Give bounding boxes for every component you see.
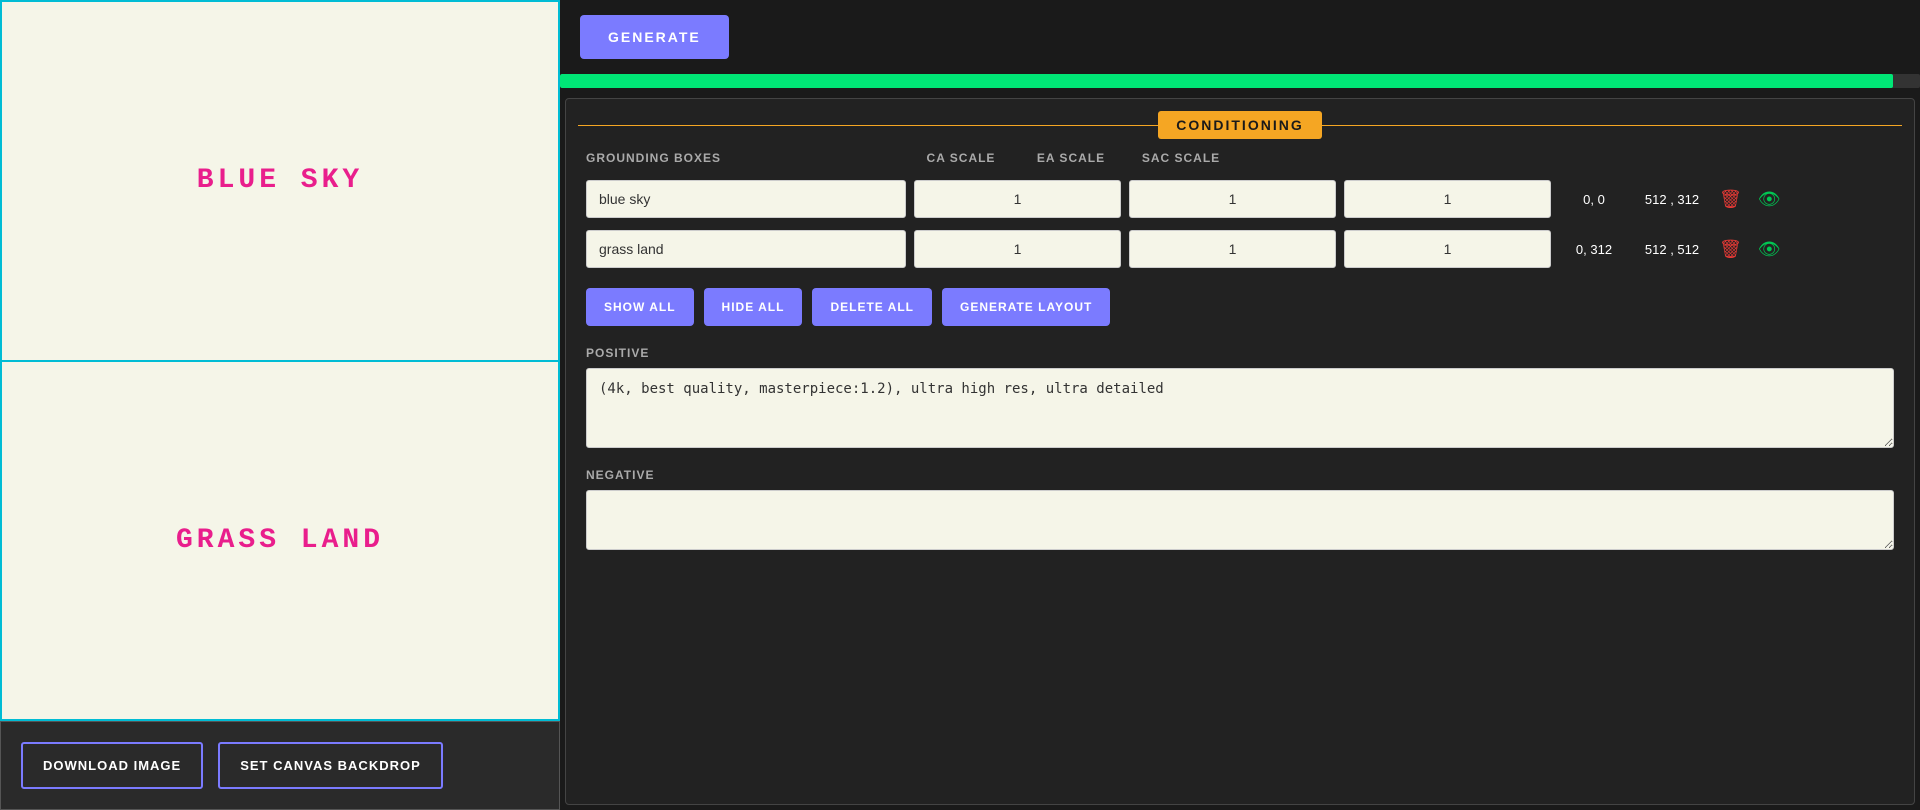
row1-visibility-button[interactable]: 👁 bbox=[1754, 185, 1785, 214]
canvas-bottom-label: GRASS LAND bbox=[176, 525, 384, 556]
generate-layout-button[interactable]: GENERATE LAYOUT bbox=[942, 288, 1110, 326]
main-content: CONDITIONING GROUNDING BOXES CA SCALE EA… bbox=[565, 98, 1915, 805]
conditioning-badge: CONDITIONING bbox=[1158, 111, 1321, 139]
row1-text-input[interactable] bbox=[586, 180, 906, 218]
row1-sac-input[interactable] bbox=[1344, 180, 1551, 218]
bottom-buttons: DOWNLOAD IMAGE SET CANVAS BACKDROP bbox=[0, 721, 560, 810]
row1-coord1: 0, 0 bbox=[1559, 192, 1629, 207]
row2-coord1: 0, 312 bbox=[1559, 242, 1629, 257]
row1-ea-input[interactable] bbox=[1129, 180, 1336, 218]
canvas-top-label: BLUE SKY bbox=[197, 165, 363, 196]
set-canvas-backdrop-button[interactable]: SET CANVAS BACKDROP bbox=[218, 742, 443, 789]
canvas-area: BLUE SKY GRASS LAND bbox=[0, 0, 560, 721]
row-item: 0, 312 512 , 512 🗑 👁 bbox=[566, 230, 1914, 268]
row2-text-input[interactable] bbox=[586, 230, 906, 268]
progress-bar-fill bbox=[560, 74, 1893, 88]
row1-coord2: 512 , 312 bbox=[1637, 192, 1707, 207]
right-panel: GENERATE CONDITIONING GROUNDING BOXES CA… bbox=[560, 0, 1920, 810]
row2-ca-input[interactable] bbox=[914, 230, 1121, 268]
action-buttons: SHOW ALL HIDE ALL DELETE ALL GENERATE LA… bbox=[586, 288, 1894, 326]
col-grounding-boxes: GROUNDING BOXES bbox=[586, 151, 906, 165]
row2-visibility-button[interactable]: 👁 bbox=[1754, 235, 1785, 264]
negative-label: NEGATIVE bbox=[586, 468, 1894, 482]
positive-label: POSITIVE bbox=[586, 346, 1894, 360]
delete-all-button[interactable]: DELETE ALL bbox=[812, 288, 932, 326]
col-ea-scale: EA SCALE bbox=[1016, 151, 1126, 165]
conditioning-header: CONDITIONING bbox=[566, 99, 1914, 151]
row2-sac-input[interactable] bbox=[1344, 230, 1551, 268]
row1-ca-input[interactable] bbox=[914, 180, 1121, 218]
row1-delete-button[interactable]: 🗑 bbox=[1715, 185, 1746, 214]
row2-delete-button[interactable]: 🗑 bbox=[1715, 235, 1746, 264]
download-image-button[interactable]: DOWNLOAD IMAGE bbox=[21, 742, 203, 789]
canvas-bottom: GRASS LAND bbox=[0, 362, 560, 722]
row2-coord2: 512 , 512 bbox=[1637, 242, 1707, 257]
canvas-top: BLUE SKY bbox=[0, 0, 560, 362]
top-bar: GENERATE bbox=[560, 0, 1920, 74]
row-item: 0, 0 512 , 312 🗑 👁 bbox=[566, 180, 1914, 218]
generate-button[interactable]: GENERATE bbox=[580, 15, 729, 59]
show-all-button[interactable]: SHOW ALL bbox=[586, 288, 694, 326]
hide-all-button[interactable]: HIDE ALL bbox=[704, 288, 803, 326]
col-ca-scale: CA SCALE bbox=[906, 151, 1016, 165]
progress-bar-container bbox=[560, 74, 1920, 88]
row2-ea-input[interactable] bbox=[1129, 230, 1336, 268]
columns-header: GROUNDING BOXES CA SCALE EA SCALE SAC SC… bbox=[566, 151, 1914, 165]
negative-textarea[interactable] bbox=[586, 490, 1894, 550]
col-sac-scale: SAC SCALE bbox=[1126, 151, 1236, 165]
left-panel: BLUE SKY GRASS LAND DOWNLOAD IMAGE SET C… bbox=[0, 0, 560, 810]
positive-textarea[interactable]: (4k, best quality, masterpiece:1.2), ult… bbox=[586, 368, 1894, 448]
